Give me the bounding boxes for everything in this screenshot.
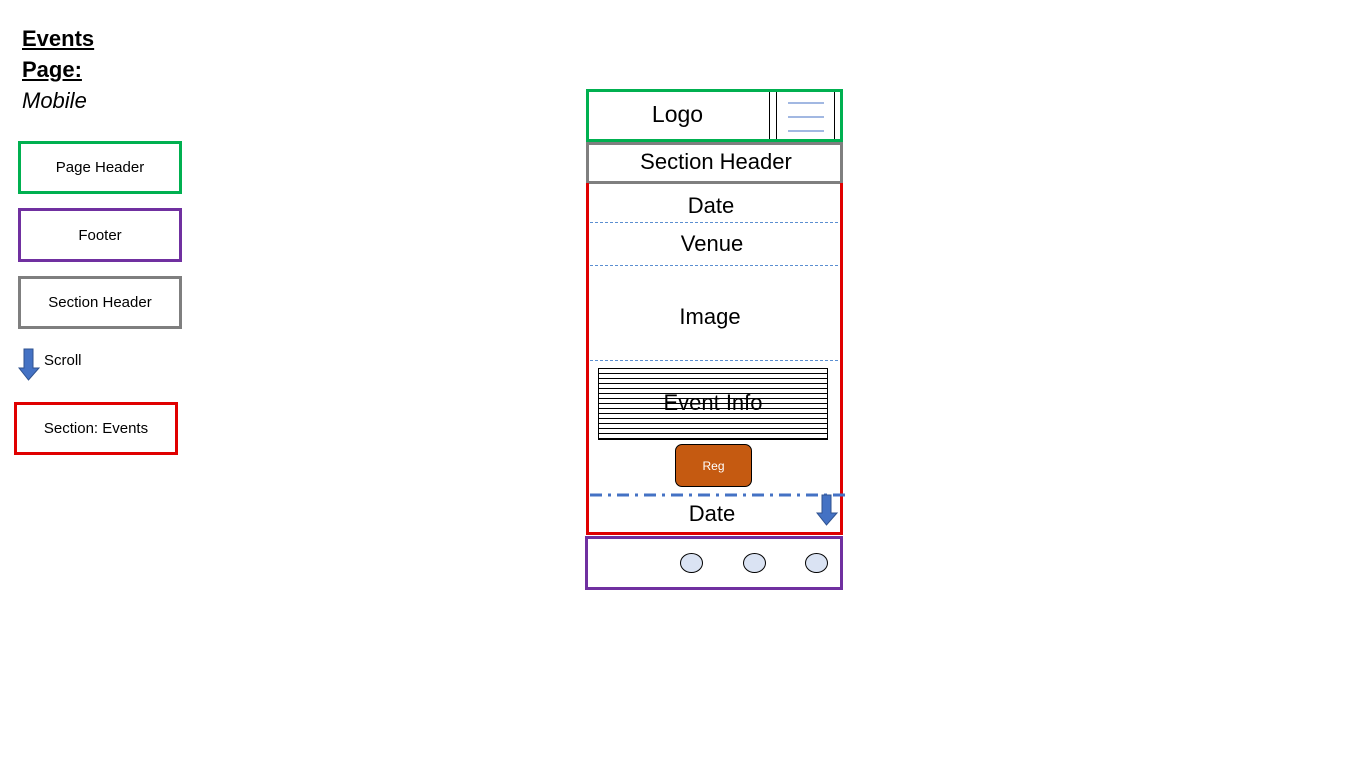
legend-section-events-label: Section: Events xyxy=(43,420,149,437)
legend-footer: Footer xyxy=(18,208,182,262)
footer-social-icon-1[interactable] xyxy=(680,553,703,573)
legend-page-header: Page Header xyxy=(18,141,182,194)
title-line-3: Mobile xyxy=(22,88,87,113)
divider-date xyxy=(590,222,838,223)
register-button-label: Reg xyxy=(702,458,725,473)
menu-divider xyxy=(776,92,777,139)
footer-social-icon-2[interactable] xyxy=(743,553,766,573)
legend-footer-label: Footer xyxy=(78,226,122,244)
legend-section-header-label: Section Header xyxy=(48,294,152,311)
event-info-label: Event Info xyxy=(663,390,763,415)
next-event-date: Date xyxy=(688,501,736,526)
legend-scroll-label: Scroll xyxy=(44,352,82,369)
event-info-box: Event Info xyxy=(598,368,828,440)
section-header-label: Section Header xyxy=(640,149,792,174)
event-venue: Venue xyxy=(680,231,744,256)
event-image: Image xyxy=(679,304,741,329)
title-line-2: Page: xyxy=(22,57,82,82)
footer-social-icon-3[interactable] xyxy=(805,553,828,573)
legend-page-header-label: Page Header xyxy=(55,159,145,176)
event-date: Date xyxy=(687,193,735,218)
logo: Logo xyxy=(651,101,704,127)
divider-venue xyxy=(590,265,838,266)
register-button[interactable]: Reg xyxy=(675,444,752,487)
next-event-separator xyxy=(590,493,846,497)
hamburger-icon xyxy=(788,102,824,132)
divider-image xyxy=(590,360,838,361)
title-line-1: Events xyxy=(22,26,95,51)
scroll-arrow-icon xyxy=(18,348,40,381)
legend-section-header: Section Header xyxy=(18,276,182,329)
legend-section-events: Section: Events xyxy=(14,402,178,455)
hamburger-menu-button[interactable] xyxy=(769,92,835,139)
